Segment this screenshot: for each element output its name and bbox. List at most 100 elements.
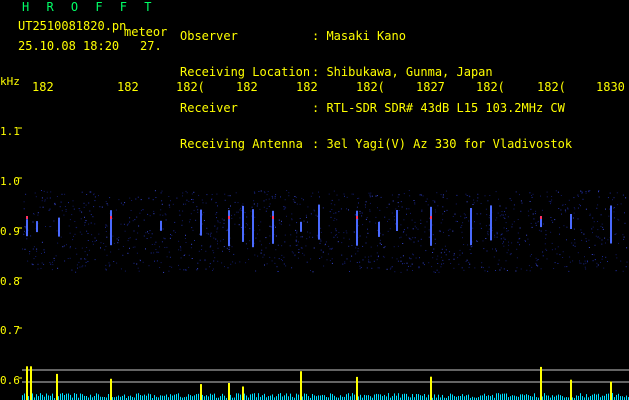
noise-pixel [169, 256, 171, 258]
noise-pixel [302, 252, 304, 254]
trace-spike [30, 366, 32, 400]
noise-pixel [432, 224, 434, 226]
noise-pixel [122, 246, 124, 247]
noise-pixel [445, 254, 447, 256]
noise-pixel [335, 212, 337, 214]
noise-pixel [462, 222, 464, 224]
trace-noise [144, 394, 145, 400]
noise-pixel [100, 247, 101, 249]
noise-pixel [487, 234, 489, 236]
noise-pixel [520, 210, 522, 212]
trace-noise [558, 394, 559, 400]
noise-pixel [336, 236, 338, 238]
noise-pixel [564, 209, 566, 211]
noise-pixel [510, 199, 512, 201]
noise-pixel [409, 257, 410, 259]
noise-pixel [263, 254, 265, 256]
noise-pixel [384, 246, 386, 248]
noise-pixel [244, 212, 246, 214]
trace-noise [254, 393, 255, 400]
noise-pixel [25, 193, 27, 195]
noise-pixel [197, 262, 199, 264]
noise-pixel [448, 259, 450, 261]
noise-pixel [510, 253, 512, 255]
noise-pixel [216, 231, 218, 233]
noise-pixel [393, 246, 395, 248]
noise-pixel [440, 230, 441, 232]
noise-pixel [106, 225, 108, 227]
noise-pixel [297, 244, 299, 246]
noise-pixel [535, 210, 537, 212]
freq-unit: kHz [0, 75, 20, 88]
noise-pixel [585, 191, 587, 193]
noise-pixel [86, 230, 88, 232]
noise-pixel [134, 219, 136, 221]
noise-pixel [259, 229, 261, 231]
noise-pixel [85, 261, 87, 263]
noise-pixel [181, 220, 183, 222]
noise-pixel [295, 241, 297, 243]
noise-pixel [143, 235, 145, 237]
noise-pixel [73, 235, 74, 237]
noise-pixel [506, 230, 508, 232]
trace-noise [586, 394, 587, 400]
noise-pixel [424, 231, 426, 233]
noise-pixel [256, 205, 258, 207]
trace-noise [406, 393, 407, 400]
noise-pixel [623, 238, 625, 240]
noise-pixel [32, 248, 34, 250]
noise-pixel [596, 266, 598, 268]
noise-pixel [520, 200, 522, 202]
noise-pixel [432, 257, 434, 259]
trace-noise [408, 396, 409, 400]
noise-pixel [394, 271, 396, 273]
noise-pixel [138, 225, 140, 227]
noise-pixel [375, 195, 377, 197]
noise-pixel [120, 223, 122, 225]
noise-pixel [104, 249, 106, 251]
trace-noise [502, 393, 503, 400]
noise-pixel [343, 237, 345, 239]
noise-pixel [37, 263, 39, 265]
noise-pixel [550, 231, 552, 233]
noise-pixel [257, 233, 258, 235]
noise-pixel [591, 254, 593, 255]
spectrogram-plot [18, 127, 629, 400]
noise-pixel [262, 256, 264, 258]
noise-pixel [244, 226, 246, 228]
noise-pixel [453, 253, 455, 255]
noise-pixel [348, 209, 349, 211]
trace-noise [604, 395, 605, 400]
meteor-echo [356, 210, 358, 246]
noise-pixel [480, 227, 482, 229]
noise-pixel [447, 229, 449, 231]
noise-pixel [29, 253, 30, 255]
noise-pixel [488, 228, 490, 230]
noise-pixel [43, 249, 45, 251]
noise-pixel [108, 265, 110, 267]
noise-pixel [151, 244, 153, 245]
noise-pixel [470, 246, 472, 248]
noise-pixel [240, 207, 242, 209]
trace-noise [224, 395, 225, 400]
noise-pixel [414, 221, 416, 223]
noise-pixel [261, 249, 263, 251]
noise-pixel [551, 219, 553, 221]
noise-pixel [48, 209, 50, 211]
meteor-echo [160, 220, 162, 231]
noise-pixel [403, 219, 405, 221]
noise-pixel [331, 247, 333, 249]
noise-pixel [210, 236, 212, 237]
trace-noise [304, 393, 305, 400]
noise-pixel [556, 253, 558, 255]
noise-pixel [35, 196, 37, 198]
noise-pixel [333, 236, 335, 238]
noise-pixel [103, 243, 105, 244]
noise-pixel [615, 254, 617, 256]
noise-pixel [50, 263, 52, 265]
noise-pixel [602, 256, 603, 258]
noise-pixel [257, 255, 259, 257]
trace-noise [486, 396, 487, 400]
noise-pixel [216, 228, 218, 230]
noise-pixel [69, 257, 71, 259]
